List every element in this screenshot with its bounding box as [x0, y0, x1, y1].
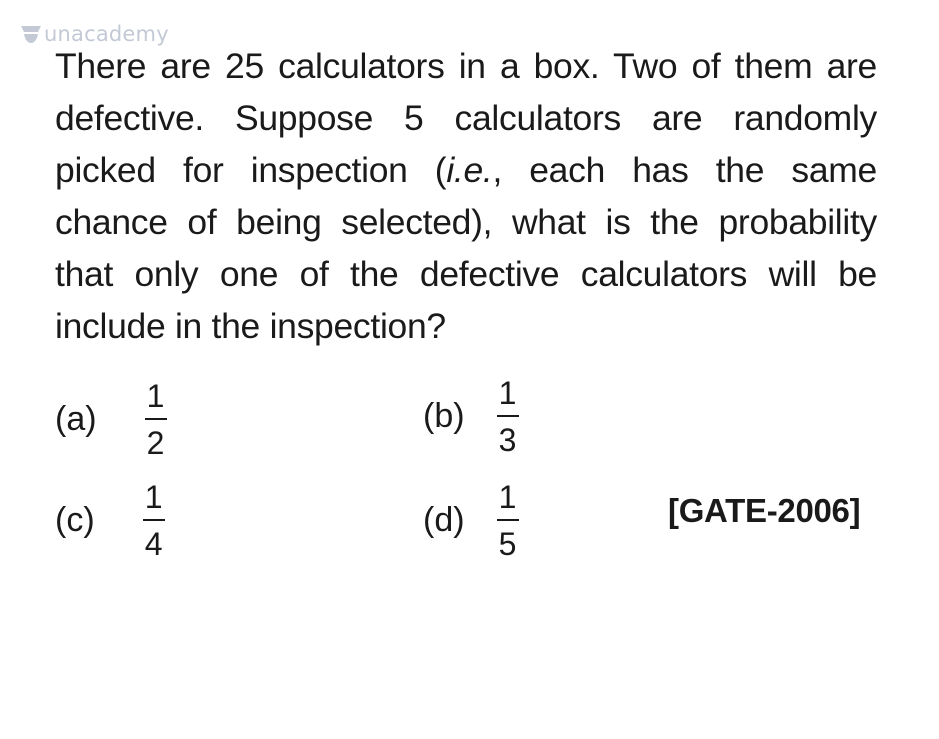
- option-d-numerator: 1: [498, 479, 517, 515]
- option-d-denominator: 5: [498, 526, 517, 562]
- option-a-label: (a): [55, 400, 97, 438]
- question-line-4: chance of being selected), what is the p…: [55, 202, 877, 242]
- option-c-numerator: 1: [144, 479, 163, 515]
- option-a-denominator: 2: [146, 425, 165, 461]
- option-a[interactable]: (a) 1 2: [55, 380, 167, 459]
- option-b[interactable]: (b) 1 3: [423, 377, 519, 456]
- option-d[interactable]: (d) 1 5: [423, 481, 519, 560]
- exam-source-tag: [GATE-2006]: [668, 492, 861, 529]
- question-text: There are 25 calculators in a box. Two o…: [55, 40, 877, 352]
- option-d-label: (d): [423, 501, 465, 539]
- option-a-fraction: 1 2: [144, 378, 167, 461]
- question-line-6: include in the inspection?: [55, 306, 446, 346]
- option-b-label: (b): [423, 397, 465, 435]
- unacademy-logo-icon: [21, 26, 41, 43]
- question-line-1: There are 25 calculators in a box. Two o…: [55, 46, 877, 86]
- page: unacademy There are 25 calculators in a …: [0, 0, 939, 739]
- fraction-bar: [496, 415, 519, 417]
- option-c-denominator: 4: [144, 526, 163, 562]
- option-b-denominator: 3: [498, 422, 517, 458]
- question-line-3: picked for inspection (i.e., each has th…: [55, 150, 877, 190]
- fraction-bar: [144, 418, 167, 420]
- italic-phrase: i.e.: [446, 150, 493, 190]
- question-line-5: that only one of the defective calculato…: [55, 254, 877, 294]
- question-line-2: defective. Suppose 5 calculators are ran…: [55, 98, 877, 138]
- option-c-fraction: 1 4: [142, 479, 165, 562]
- option-b-fraction: 1 3: [496, 375, 519, 458]
- option-d-fraction: 1 5: [496, 479, 519, 562]
- option-a-numerator: 1: [146, 378, 165, 414]
- fraction-bar: [496, 519, 519, 521]
- option-c-label: (c): [55, 501, 95, 539]
- option-c[interactable]: (c) 1 4: [55, 481, 165, 560]
- fraction-bar: [142, 519, 165, 521]
- option-b-numerator: 1: [498, 375, 517, 411]
